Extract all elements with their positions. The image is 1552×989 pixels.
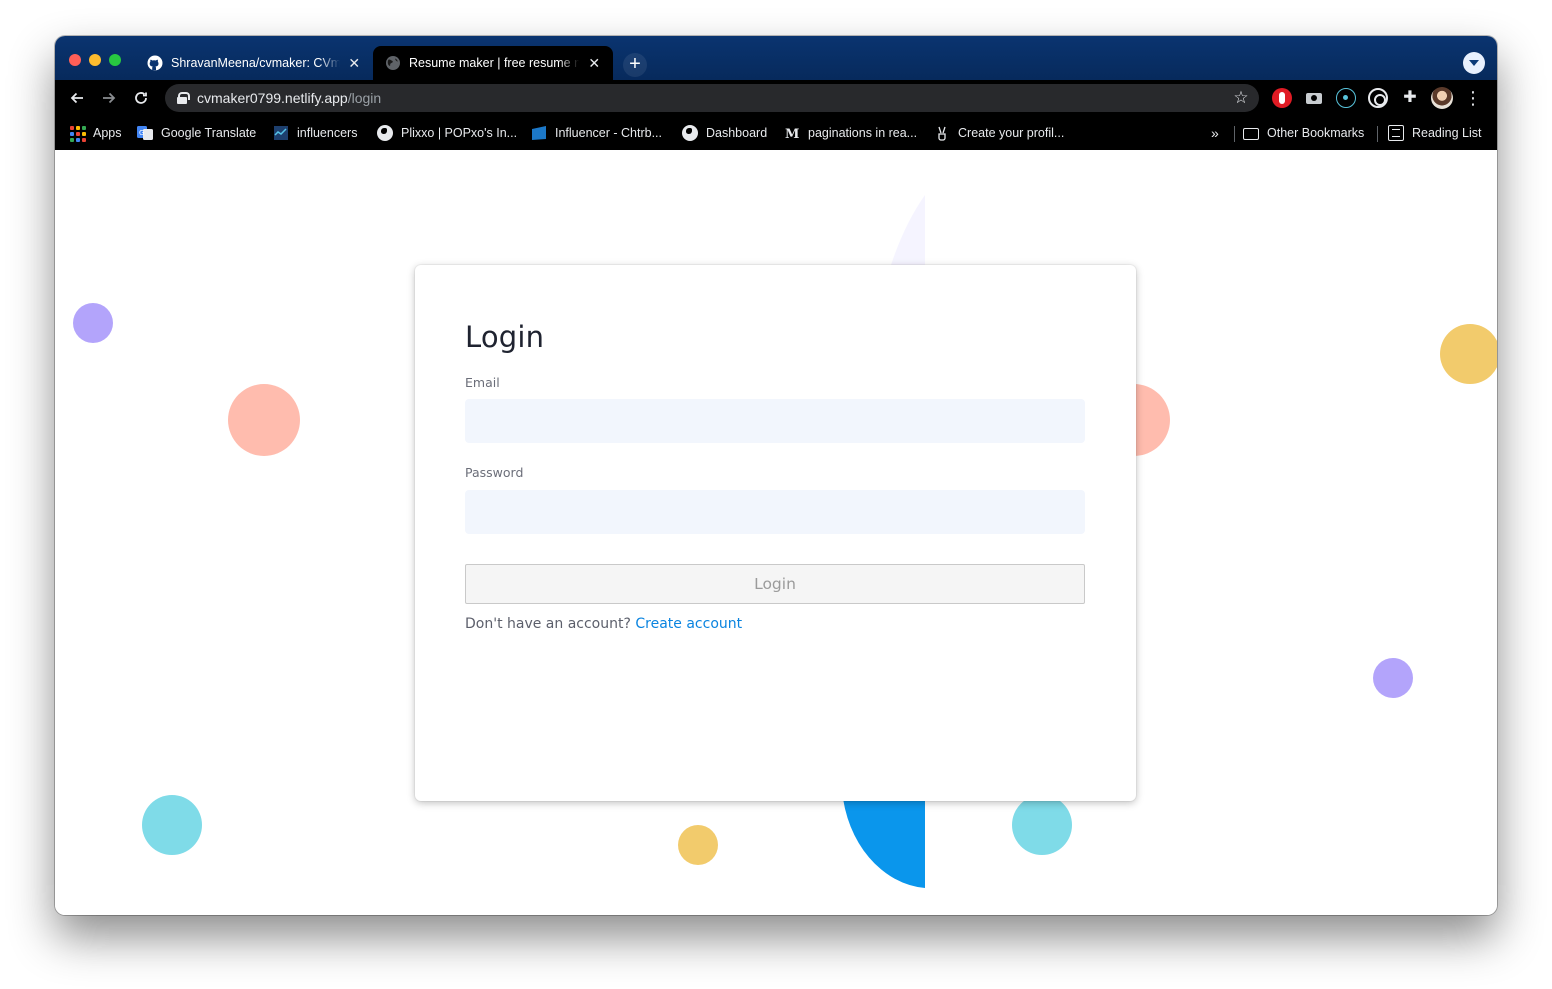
- bookmark-label: Dashboard: [706, 126, 768, 140]
- bookmark-chtrbox[interactable]: Influencer - Chtrb...: [531, 123, 662, 143]
- tab-search-icon[interactable]: [1463, 52, 1485, 74]
- bookmark-star-icon[interactable]: ☆: [1231, 88, 1251, 108]
- tab-strip: ShravanMeena/cvmaker: CVmaker ✕ Resume m…: [55, 36, 1497, 80]
- bookmarks-bar: Apps G Google Translate influencers Plix…: [55, 116, 1497, 150]
- bookmark-label: paginations in rea...: [808, 126, 918, 140]
- signup-prompt-line: Don't have an account? Create account: [465, 616, 742, 632]
- minimize-window-button[interactable]: [89, 54, 101, 66]
- tab-title: ShravanMeena/cvmaker: CVmaker: [171, 56, 340, 70]
- folder-icon: [1243, 128, 1259, 140]
- reload-icon[interactable]: [129, 86, 153, 110]
- bookmark-label: Reading List: [1412, 126, 1482, 140]
- bookmark-label: Apps: [93, 126, 122, 140]
- tab-github[interactable]: ShravanMeena/cvmaker: CVmaker ✕: [135, 46, 373, 80]
- puzzle-extensions-icon[interactable]: ✚: [1400, 88, 1420, 108]
- globe-icon: [682, 125, 698, 141]
- lock-icon: [177, 92, 190, 104]
- github-icon: [147, 55, 163, 71]
- back-arrow-icon[interactable]: [65, 86, 89, 110]
- new-tab-button[interactable]: +: [623, 53, 647, 77]
- svg-text:M: M: [785, 127, 799, 141]
- address-bar[interactable]: cvmaker0799.netlify.app/login ☆: [165, 84, 1259, 112]
- bookmark-google-translate[interactable]: G Google Translate: [137, 123, 256, 143]
- login-card: Login Email Password Login Don't have an…: [415, 265, 1136, 801]
- url-path: /login: [347, 90, 382, 106]
- svg-text:G: G: [139, 129, 144, 137]
- decorative-dot-cyan: [1012, 795, 1072, 855]
- decorative-dot-cyan: [142, 795, 202, 855]
- target-extension-icon[interactable]: [1368, 88, 1388, 108]
- bookmark-apps[interactable]: Apps: [69, 123, 122, 143]
- globe-icon: [377, 125, 393, 141]
- victory-hand-icon: [938, 126, 946, 141]
- more-menu-icon[interactable]: ⋮: [1463, 86, 1483, 110]
- decorative-dot-yellow: [1440, 324, 1497, 384]
- page-title: Login: [465, 320, 545, 354]
- reading-list-icon: [1388, 125, 1404, 141]
- bookmark-label: Create your profil...: [958, 126, 1065, 140]
- close-tab-icon[interactable]: ✕: [348, 55, 361, 72]
- password-label: Password: [465, 465, 524, 480]
- bookmark-plixxo[interactable]: Plixxo | POPxo's In...: [377, 123, 517, 143]
- camera-extension-icon[interactable]: [1304, 88, 1324, 108]
- profile-avatar[interactable]: [1431, 87, 1453, 109]
- close-tab-icon[interactable]: ✕: [587, 55, 601, 72]
- bookmark-label: Plixxo | POPxo's In...: [401, 126, 518, 140]
- create-account-link[interactable]: Create account: [635, 616, 742, 632]
- reading-list-button[interactable]: Reading List: [1388, 123, 1482, 143]
- email-label: Email: [465, 375, 500, 390]
- bookmark-label: Other Bookmarks: [1267, 126, 1365, 140]
- url-host: cvmaker0799.netlify.app: [197, 90, 348, 106]
- chart-icon: [274, 126, 288, 140]
- email-field[interactable]: [465, 399, 1085, 443]
- browser-window: ShravanMeena/cvmaker: CVmaker ✕ Resume m…: [55, 36, 1497, 915]
- decorative-dot-purple: [73, 303, 113, 343]
- globe-icon: [386, 56, 400, 70]
- page-content: Login Email Password Login Don't have an…: [55, 150, 1497, 915]
- forward-arrow-icon[interactable]: [97, 86, 121, 110]
- chtrbox-icon: [532, 126, 546, 140]
- bookmark-label: Influencer - Chtrb...: [555, 126, 662, 140]
- bookmark-create-profile[interactable]: Create your profil...: [934, 123, 1064, 143]
- login-button[interactable]: Login: [465, 564, 1085, 604]
- extension-red-icon[interactable]: [1272, 88, 1292, 108]
- browser-toolbar: cvmaker0799.netlify.app/login ☆ ✚ ⋮: [55, 80, 1497, 116]
- bookmarks-divider: [1234, 126, 1235, 142]
- password-field[interactable]: [465, 490, 1085, 534]
- bookmark-influencers[interactable]: influencers: [273, 123, 357, 143]
- signup-prompt-text: Don't have an account?: [465, 616, 631, 632]
- medium-icon: M: [785, 127, 799, 141]
- other-bookmarks-button[interactable]: Other Bookmarks: [1243, 123, 1364, 143]
- react-devtools-icon[interactable]: [1336, 88, 1356, 108]
- bookmarks-overflow-button[interactable]: »: [1211, 123, 1219, 143]
- bookmark-label: Google Translate: [161, 126, 257, 140]
- bookmark-dashboard[interactable]: Dashboard: [682, 123, 767, 143]
- apps-grid-icon: [69, 125, 86, 142]
- decorative-dot-purple: [1373, 658, 1413, 698]
- tab-resume-maker[interactable]: Resume maker | free resume maker ✕: [373, 46, 613, 80]
- maximize-window-button[interactable]: [109, 54, 121, 66]
- bookmarks-divider: [1377, 126, 1378, 142]
- tab-title: Resume maker | free resume maker: [409, 56, 580, 70]
- bookmark-label: influencers: [297, 126, 358, 140]
- bookmark-paginations[interactable]: M paginations in rea...: [784, 123, 917, 143]
- google-translate-icon: G: [137, 126, 153, 140]
- decorative-dot-salmon: [228, 384, 300, 456]
- close-window-button[interactable]: [69, 54, 81, 66]
- decorative-dot-yellow: [678, 825, 718, 865]
